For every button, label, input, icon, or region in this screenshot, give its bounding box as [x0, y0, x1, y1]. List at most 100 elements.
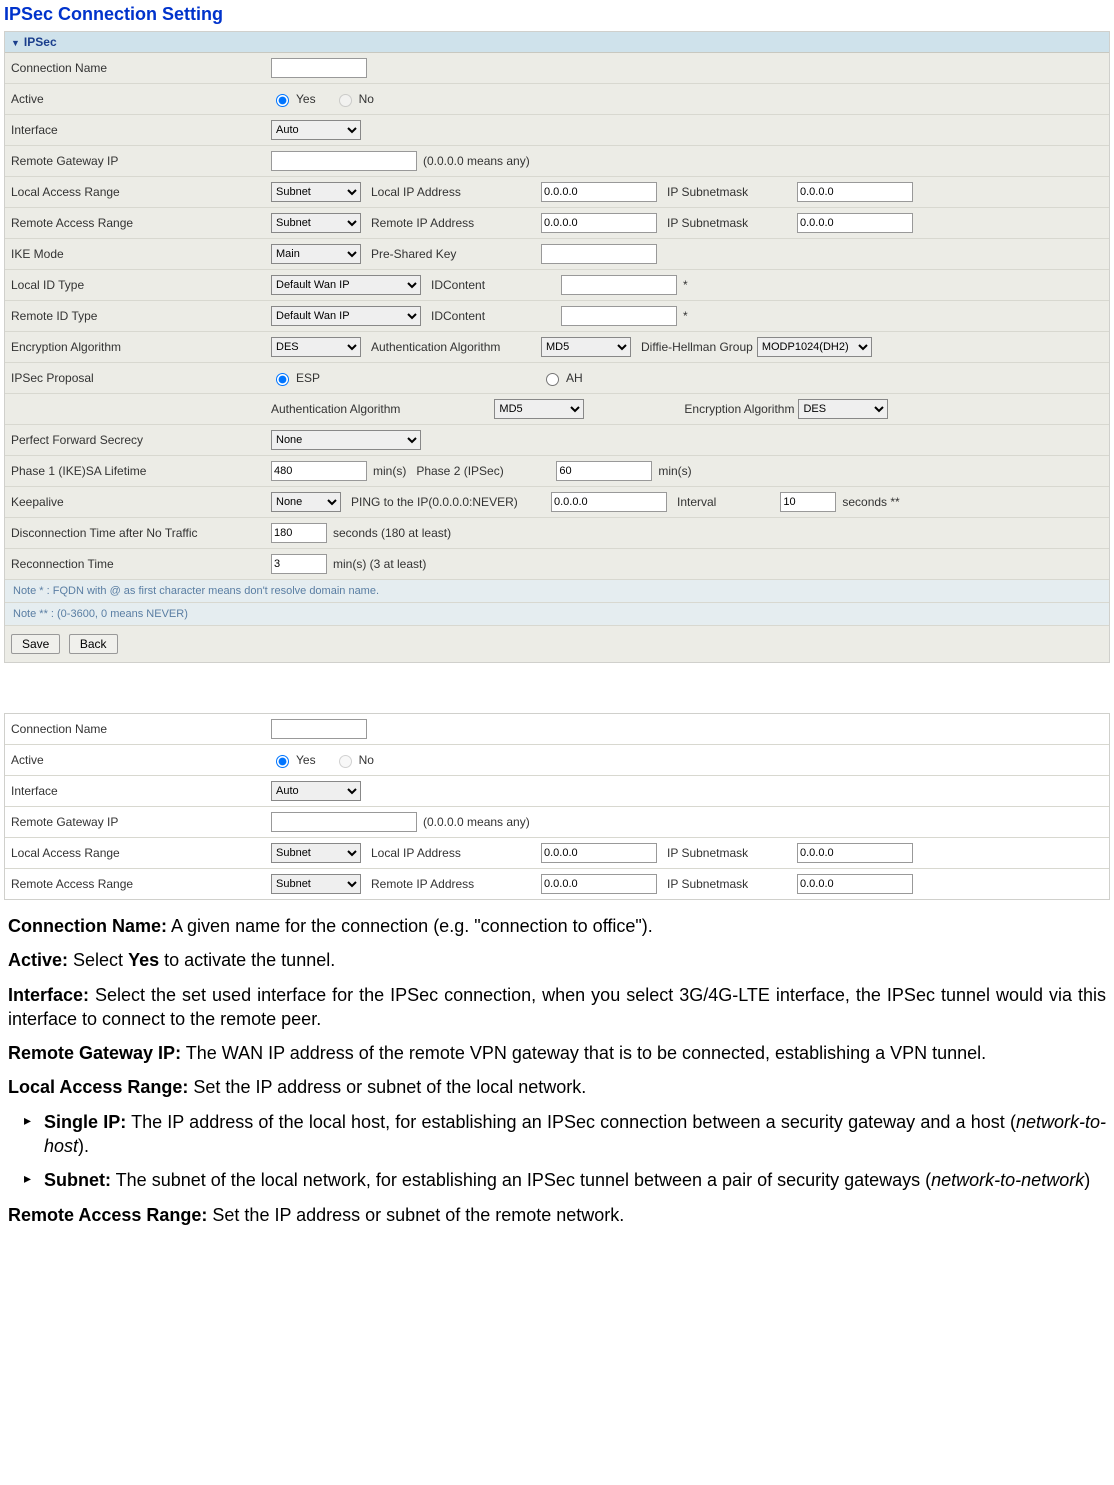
- row-disc: Disconnection Time after No Traffic seco…: [5, 518, 1109, 549]
- back-button[interactable]: Back: [69, 634, 118, 654]
- prop-enc-select[interactable]: DES: [798, 399, 888, 419]
- local-id-select[interactable]: Default Wan IP: [271, 275, 421, 295]
- local-ip-input[interactable]: [541, 182, 657, 202]
- proposal-ah-radio[interactable]: [546, 373, 559, 386]
- active-yes-label-2: Yes: [296, 753, 316, 767]
- keepalive-unit: seconds **: [836, 495, 899, 509]
- remote-range-select-2[interactable]: Subnet: [271, 874, 361, 894]
- note-2: Note ** : (0-3600, 0 means NEVER): [5, 603, 1109, 626]
- label-keepalive-ping: PING to the IP(0.0.0.0:NEVER): [341, 495, 551, 509]
- local-idcontent-input[interactable]: [561, 275, 677, 295]
- interface-select-2[interactable]: Auto: [271, 781, 361, 801]
- row-proposal: IPSec Proposal ESP AH: [5, 363, 1109, 394]
- label-pfs: Perfect Forward Secrecy: [11, 433, 271, 447]
- proposal-esp-radio[interactable]: [276, 373, 289, 386]
- active-no-radio-2[interactable]: [339, 755, 352, 768]
- label-ike-mode: IKE Mode: [11, 247, 271, 261]
- label-remote-id: Remote ID Type: [11, 309, 271, 323]
- remote-id-suffix: *: [677, 309, 688, 323]
- active-no-label-2: No: [359, 753, 374, 767]
- connection-name-input-2[interactable]: [271, 719, 367, 739]
- row-keepalive: Keepalive None PING to the IP(0.0.0.0:NE…: [5, 487, 1109, 518]
- keepalive-select[interactable]: None: [271, 492, 341, 512]
- label2-interface: Interface: [11, 784, 271, 798]
- disc-input[interactable]: [271, 523, 327, 543]
- page-title: IPSec Connection Setting: [4, 0, 1110, 31]
- row-local-range: Local Access Range Subnet Local IP Addre…: [5, 177, 1109, 208]
- row-local-id: Local ID Type Default Wan IP IDContent *: [5, 270, 1109, 301]
- label2-local-mask: IP Subnetmask: [657, 846, 797, 860]
- local-mask-input-2[interactable]: [797, 843, 913, 863]
- row-reconn: Reconnection Time min(s) (3 at least): [5, 549, 1109, 580]
- bullet-subnet: Subnet: The subnet of the local network,…: [44, 1168, 1106, 1192]
- active-no-label: No: [359, 92, 374, 106]
- auth-alg-select[interactable]: MD5: [541, 337, 631, 357]
- prop-auth-select[interactable]: MD5: [494, 399, 584, 419]
- remote-mask-input-2[interactable]: [797, 874, 913, 894]
- panel-header[interactable]: IPSec: [5, 32, 1109, 53]
- row2-active: Active Yes No: [5, 745, 1109, 776]
- local-ip-input-2[interactable]: [541, 843, 657, 863]
- label-remote-idcontent: IDContent: [421, 309, 561, 323]
- label-remote-mask: IP Subnetmask: [657, 216, 797, 230]
- local-range-select-2[interactable]: Subnet: [271, 843, 361, 863]
- remote-id-select[interactable]: Default Wan IP: [271, 306, 421, 326]
- label-prop-auth: Authentication Algorithm: [271, 402, 404, 416]
- bullet-single-ip: Single IP: The IP address of the local h…: [44, 1110, 1106, 1159]
- remote-gw-input-2[interactable]: [271, 812, 417, 832]
- interface-select[interactable]: Auto: [271, 120, 361, 140]
- row-ike-mode: IKE Mode Main Pre-Shared Key: [5, 239, 1109, 270]
- label-keepalive-interval: Interval: [667, 495, 720, 509]
- label2-remote-gw: Remote Gateway IP: [11, 815, 271, 829]
- local-mask-input[interactable]: [797, 182, 913, 202]
- label-reconn: Reconnection Time: [11, 557, 271, 571]
- proposal-esp-label: ESP: [296, 371, 320, 385]
- label2-remote-mask: IP Subnetmask: [657, 877, 797, 891]
- phase1-unit: min(s): [367, 464, 406, 478]
- psk-input[interactable]: [541, 244, 657, 264]
- active-no-radio[interactable]: [339, 94, 352, 107]
- save-button[interactable]: Save: [11, 634, 60, 654]
- reconn-input[interactable]: [271, 554, 327, 574]
- row-active: Active Yes No: [5, 84, 1109, 115]
- local-range-select[interactable]: Subnet: [271, 182, 361, 202]
- connection-name-input[interactable]: [271, 58, 367, 78]
- label-local-range: Local Access Range: [11, 185, 271, 199]
- remote-idcontent-input[interactable]: [561, 306, 677, 326]
- label-psk: Pre-Shared Key: [361, 247, 541, 261]
- row-remote-id: Remote ID Type Default Wan IP IDContent …: [5, 301, 1109, 332]
- active-yes-radio-2[interactable]: [276, 755, 289, 768]
- ipsec-panel: IPSec Connection Name Active Yes No Inte…: [4, 31, 1110, 663]
- remote-range-select[interactable]: Subnet: [271, 213, 361, 233]
- remote-mask-input[interactable]: [797, 213, 913, 233]
- remote-ip-input[interactable]: [541, 213, 657, 233]
- para-local-range: Local Access Range: Set the IP address o…: [8, 1075, 1106, 1099]
- row-remote-range: Remote Access Range Subnet Remote IP Add…: [5, 208, 1109, 239]
- dh-group-select[interactable]: MODP1024(DH2): [757, 337, 872, 357]
- ike-mode-select[interactable]: Main: [271, 244, 361, 264]
- label-active: Active: [11, 92, 271, 106]
- para-interface: Interface: Select the set used interface…: [8, 983, 1106, 1032]
- para-remote-gw: Remote Gateway IP: The WAN IP address of…: [8, 1041, 1106, 1065]
- active-yes-radio[interactable]: [276, 94, 289, 107]
- label2-remote-ip: Remote IP Address: [361, 877, 541, 891]
- phase1-input[interactable]: [271, 461, 367, 481]
- label-remote-ip: Remote IP Address: [361, 216, 541, 230]
- label2-remote-range: Remote Access Range: [11, 877, 271, 891]
- remote-gw-hint: (0.0.0.0 means any): [417, 154, 530, 168]
- para-remote-range: Remote Access Range: Set the IP address …: [8, 1203, 1106, 1227]
- reconn-unit: min(s) (3 at least): [327, 557, 426, 571]
- row-proposal-sub: Authentication Algorithm MD5 Encryption …: [5, 394, 1109, 425]
- phase2-input[interactable]: [556, 461, 652, 481]
- keepalive-interval-input[interactable]: [780, 492, 836, 512]
- remote-gw-input[interactable]: [271, 151, 417, 171]
- ipsec-panel-excerpt: Connection Name Active Yes No Interface …: [4, 713, 1110, 900]
- button-row: Save Back: [5, 626, 1109, 662]
- remote-ip-input-2[interactable]: [541, 874, 657, 894]
- enc-alg-select[interactable]: DES: [271, 337, 361, 357]
- label-phase1: Phase 1 (IKE)SA Lifetime: [11, 464, 271, 478]
- label2-connection-name: Connection Name: [11, 722, 271, 736]
- pfs-select[interactable]: None: [271, 430, 421, 450]
- keepalive-ip-input[interactable]: [551, 492, 667, 512]
- remote-gw-hint-2: (0.0.0.0 means any): [417, 815, 530, 829]
